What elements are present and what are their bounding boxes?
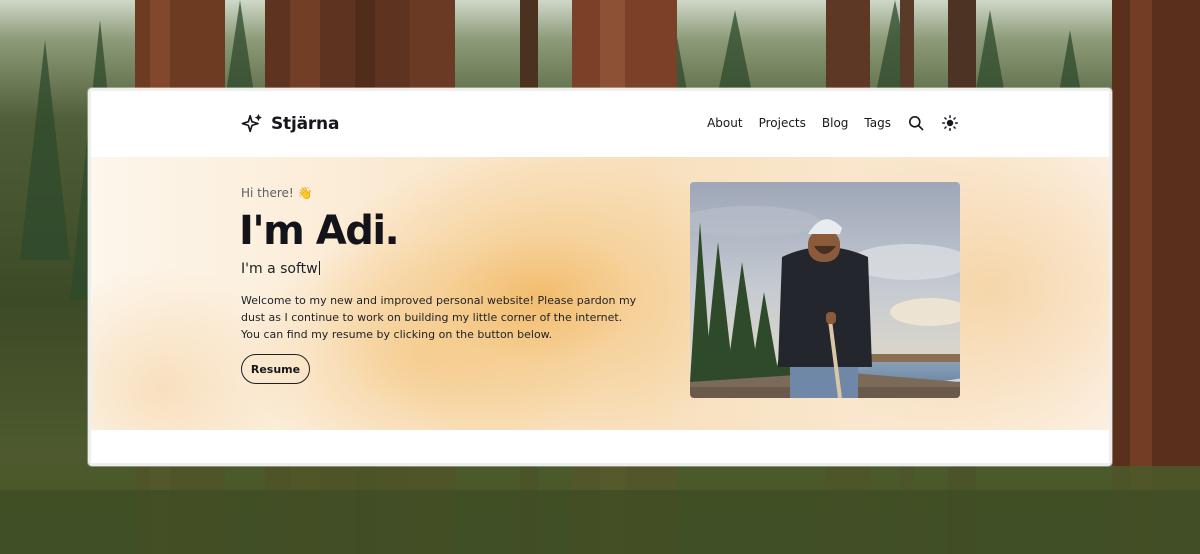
sparkle-star-icon (241, 113, 263, 135)
page-bottom-area (91, 430, 1109, 463)
main-nav: About Projects Blog Tags (707, 114, 959, 132)
intro-paragraph: Welcome to my new and improved personal … (241, 294, 637, 341)
hero-section: Hi there! 👋 I'm Adi. I'm a softw Welcome… (91, 157, 1109, 430)
resume-button[interactable]: Resume (241, 354, 310, 384)
nav-link-about[interactable]: About (707, 116, 742, 130)
hero-headline: I'm Adi. (239, 208, 400, 254)
greeting-text: Hi there! 👋 (241, 186, 313, 200)
typed-text: I'm a softw (241, 261, 318, 277)
search-icon[interactable] (907, 114, 925, 132)
site-header: Stjärna About Projects Blog Tags (91, 91, 1109, 157)
nav-link-blog[interactable]: Blog (822, 116, 849, 130)
profile-photo (690, 182, 960, 398)
text-cursor (318, 261, 320, 275)
typed-text-line: I'm a softw (241, 261, 320, 277)
nav-link-tags[interactable]: Tags (864, 116, 891, 130)
site-window: Stjärna About Projects Blog Tags Hi ther… (88, 88, 1112, 466)
nav-link-projects[interactable]: Projects (759, 116, 806, 130)
sun-icon[interactable] (941, 114, 959, 132)
brand-name: Stjärna (271, 114, 340, 134)
brand-home-link[interactable]: Stjärna (241, 113, 339, 135)
